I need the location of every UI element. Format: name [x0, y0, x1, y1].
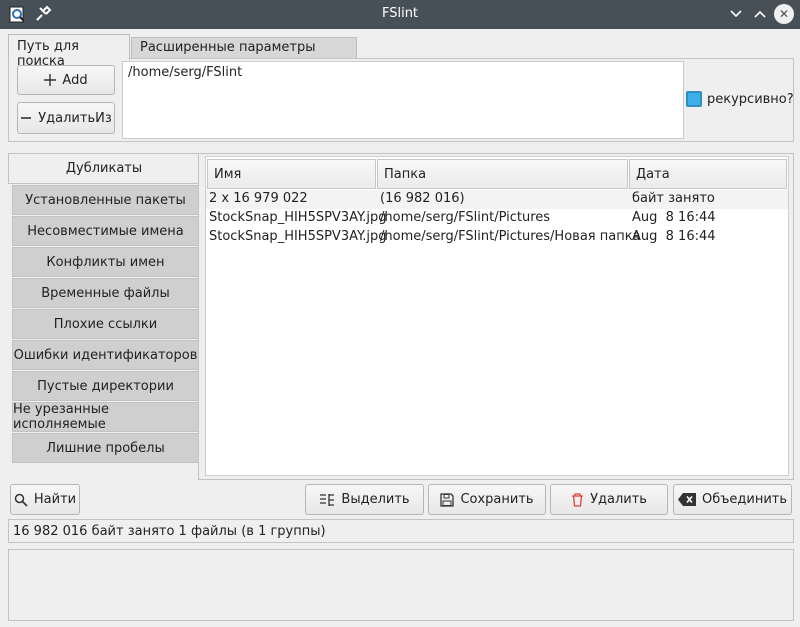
clear-icon — [677, 493, 696, 506]
sidebar-item-label: Не урезанные исполняемые — [13, 402, 109, 432]
add-path-label: Add — [62, 72, 88, 88]
table-row[interactable]: 2 x 16 979 022 (16 982 016) байт занято — [206, 190, 788, 209]
column-header-name[interactable]: Имя — [207, 159, 376, 189]
sidebar-item-label: Конфликты имен — [46, 254, 165, 270]
sidebar-item-unstripped-binaries[interactable]: Не урезанные исполняемые — [12, 402, 199, 432]
sidebar-item-temp-files[interactable]: Временные файлы — [12, 278, 199, 308]
remove-path-label: УдалитьИз — [38, 110, 112, 126]
column-header-date[interactable]: Дата — [629, 159, 787, 189]
find-label: Найти — [33, 492, 77, 507]
sidebar-item-label: Дубликаты — [65, 161, 143, 176]
sidebar-item-installed-packages[interactable]: Установленные пакеты — [12, 185, 199, 215]
minus-icon — [21, 117, 32, 119]
table-row[interactable]: StockSnap_HIH5SPV3AY.jpg /home/serg/FSli… — [206, 209, 788, 228]
results-table[interactable]: Имя Папка Дата 2 x 16 979 022 (16 982 01… — [205, 156, 789, 476]
column-header-label: Дата — [636, 167, 670, 182]
delete-label: Удалить — [590, 492, 647, 507]
output-log[interactable] — [8, 549, 794, 621]
sidebar-item-label: Временные файлы — [41, 285, 170, 301]
sidebar-item-label: Пустые директории — [37, 378, 174, 394]
plus-icon — [44, 74, 57, 86]
window-title: FSlint — [381, 6, 419, 21]
mode-sidebar: Дубликаты Установленные пакеты Несовмест… — [8, 153, 199, 463]
cell-name: StockSnap_HIH5SPV3AY.jpg — [209, 210, 387, 225]
sidebar-item-bad-ids[interactable]: Ошибки идентификаторов — [12, 340, 199, 370]
cell-date: Aug 8 16:44 — [632, 210, 716, 225]
merge-label: Объединить — [701, 492, 788, 507]
sidebar-item-redundant-whitespace[interactable]: Лишние пробелы — [12, 433, 199, 463]
save-label: Сохранить — [460, 492, 534, 507]
sidebar-item-name-clashes[interactable]: Конфликты имен — [12, 247, 199, 277]
maximize-icon[interactable] — [750, 4, 770, 24]
sidebar-item-empty-dirs[interactable]: Пустые директории — [12, 371, 199, 401]
merge-button[interactable]: Объединить — [673, 484, 792, 515]
search-icon — [14, 493, 28, 507]
select-button[interactable]: Выделить — [305, 484, 424, 515]
sidebar-item-label: Ошибки идентификаторов — [13, 347, 198, 363]
tab-advanced-search[interactable]: Расширенные параметры поиска — [131, 37, 357, 70]
cell-name: StockSnap_HIH5SPV3AY.jpg — [209, 229, 387, 244]
cell-date: байт занято — [632, 191, 715, 206]
cell-folder: /home/serg/FSlint/Pictures/Новая папка — [380, 229, 641, 244]
sidebar-item-duplicates[interactable]: Дубликаты — [8, 153, 199, 184]
select-icon — [320, 493, 335, 506]
table-row[interactable]: StockSnap_HIH5SPV3AY.jpg /home/serg/FSli… — [206, 228, 788, 247]
remove-path-button[interactable]: УдалитьИз — [17, 102, 115, 134]
cell-folder: /home/serg/FSlint/Pictures — [380, 210, 551, 225]
cell-folder: (16 982 016) — [380, 191, 465, 206]
cell-name: 2 x 16 979 022 — [209, 191, 308, 206]
sidebar-item-label: Несовместимые имена — [27, 223, 184, 239]
status-bar: 16 982 016 байт занято 1 файлы (в 1 груп… — [8, 519, 794, 543]
column-header-folder[interactable]: Папка — [377, 159, 628, 189]
recursive-checkbox[interactable] — [686, 91, 702, 107]
column-header-label: Папка — [384, 167, 427, 182]
column-header-label: Имя — [214, 167, 242, 182]
save-icon — [440, 492, 455, 507]
status-text: 16 982 016 байт занято 1 файлы (в 1 груп… — [13, 524, 326, 539]
delete-button[interactable]: Удалить — [550, 484, 668, 515]
sidebar-item-label: Плохие ссылки — [53, 316, 158, 332]
title-bar: FSlint ✕ — [0, 0, 800, 29]
sidebar-item-label: Установленные пакеты — [25, 192, 186, 208]
sidebar-item-bad-names[interactable]: Несовместимые имена — [12, 216, 199, 246]
find-button[interactable]: Найти — [10, 484, 80, 515]
close-icon[interactable]: ✕ — [774, 4, 794, 24]
select-label: Выделить — [341, 492, 410, 507]
recursive-label[interactable]: рекурсивно? — [707, 92, 794, 107]
add-path-button[interactable]: Add — [17, 65, 115, 95]
search-path-item[interactable]: /home/serg/FSlint — [128, 65, 678, 80]
search-path-list[interactable]: /home/serg/FSlint — [122, 61, 684, 139]
trash-icon — [572, 492, 584, 507]
cell-date: Aug 8 16:44 — [632, 229, 716, 244]
tab-search-path[interactable]: Путь для поиска — [8, 34, 130, 69]
sidebar-item-label: Лишние пробелы — [46, 440, 165, 456]
save-button[interactable]: Сохранить — [428, 484, 546, 515]
sidebar-item-bad-symlinks[interactable]: Плохие ссылки — [12, 309, 199, 339]
minimize-icon[interactable] — [726, 4, 746, 24]
